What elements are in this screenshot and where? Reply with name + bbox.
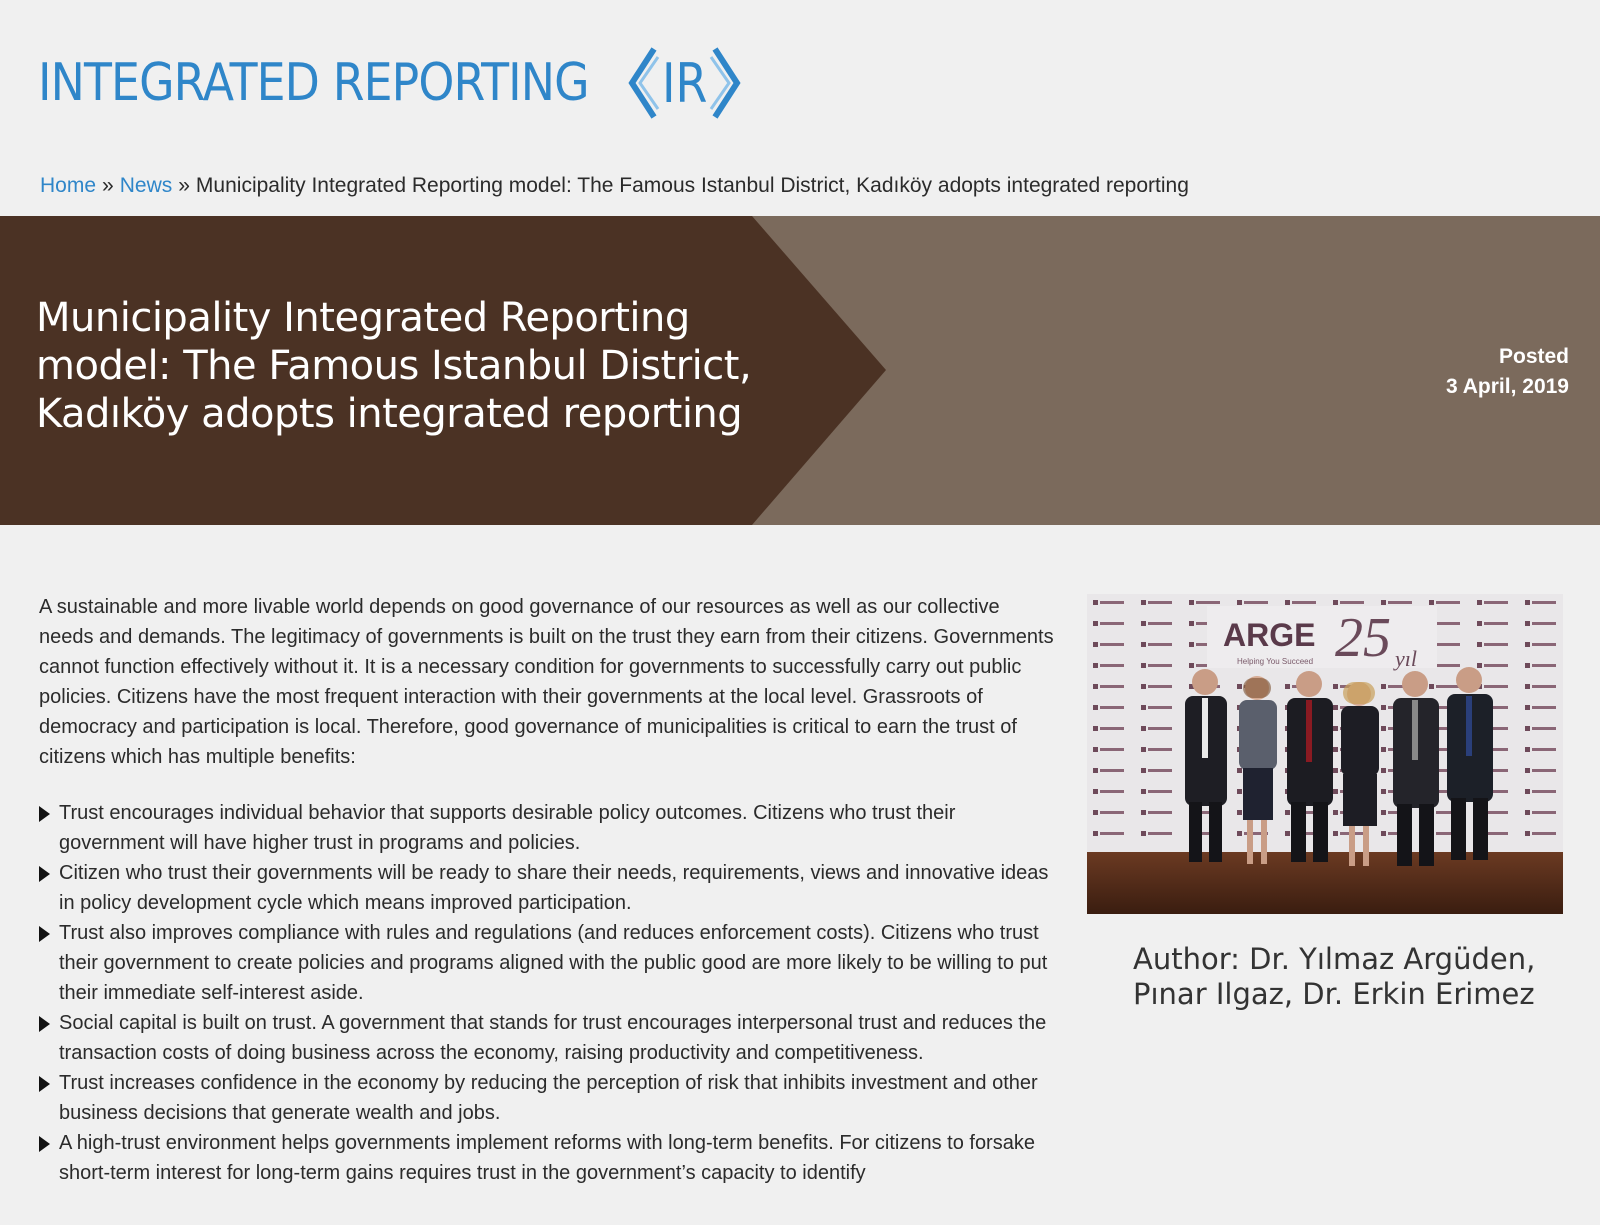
posted-date: 3 April, 2019 [1446, 375, 1569, 398]
triangle-bullet-icon [39, 926, 50, 942]
list-item: Citizen who trust their governments will… [39, 858, 1059, 918]
list-item: Trust increases confidence in the econom… [39, 1068, 1059, 1128]
list-item-text: Citizen who trust their governments will… [59, 862, 1049, 914]
left-angle-icon [628, 47, 660, 119]
posted-info: Posted 3 April, 2019 [1446, 342, 1569, 402]
triangle-bullet-icon [39, 1136, 50, 1152]
breadcrumb-current: Municipality Integrated Reporting model:… [195, 174, 1189, 197]
photo-anniversary-number: 25 [1335, 607, 1391, 669]
page-title: Municipality Integrated Reporting model:… [36, 295, 752, 437]
list-item-text: Trust encourages individual behavior tha… [59, 802, 956, 854]
benefits-list: Trust encourages individual behavior tha… [39, 798, 1059, 1188]
list-item: Trust also improves compliance with rule… [39, 918, 1059, 1008]
breadcrumb-separator: » [102, 174, 114, 197]
list-item-text: Trust also improves compliance with rule… [59, 922, 1048, 1004]
photo-anniversary-suffix: yıl [1393, 646, 1417, 671]
list-item: A high-trust environment helps governmen… [39, 1128, 1059, 1188]
article-intro: A sustainable and more livable world dep… [39, 596, 1054, 768]
list-item-text: Social capital is built on trust. A gove… [59, 1012, 1047, 1064]
breadcrumb-home-link[interactable]: Home [40, 174, 96, 197]
list-item-text: A high-trust environment helps governmen… [59, 1132, 1035, 1184]
breadcrumb: Home» News» Municipality Integrated Report… [40, 174, 1189, 198]
ir-logo-mark-icon: IR [626, 40, 743, 126]
triangle-bullet-icon [39, 866, 50, 882]
photo-tagline: Helping You Succeed [1237, 657, 1313, 666]
breadcrumb-news-link[interactable]: News [120, 174, 173, 197]
hero-banner: Municipality Integrated Reporting model:… [0, 216, 1600, 525]
triangle-bullet-icon [39, 1016, 50, 1032]
right-angle-icon [710, 47, 742, 119]
list-item-text: Trust increases confidence in the econom… [59, 1072, 1038, 1124]
author-photo: ARGE 25 yıl Helping You Succeed [1087, 594, 1563, 914]
triangle-bullet-icon [39, 806, 50, 822]
posted-label: Posted [1498, 345, 1569, 368]
site-logo[interactable]: INTEGRATED REPORTING IR [38, 40, 742, 126]
logo-mark-text: IR [662, 51, 708, 115]
site-header: INTEGRATED REPORTING IR [0, 0, 1600, 160]
photo-brand-text: ARGE [1223, 617, 1315, 653]
triangle-bullet-icon [39, 1076, 50, 1092]
sidebar: ARGE 25 yıl Helping You Succeed Author: … [1087, 594, 1563, 1012]
list-item: Trust encourages individual behavior tha… [39, 798, 1059, 858]
list-item: Social capital is built on trust. A gove… [39, 1008, 1059, 1068]
author-credit: Author: Dr. Yılmaz Argüden, Pınar Ilgaz,… [1133, 942, 1536, 1011]
logo-text: INTEGRATED REPORTING [38, 53, 590, 113]
article-body: A sustainable and more livable world dep… [39, 592, 1059, 1188]
breadcrumb-separator: » [178, 174, 190, 197]
